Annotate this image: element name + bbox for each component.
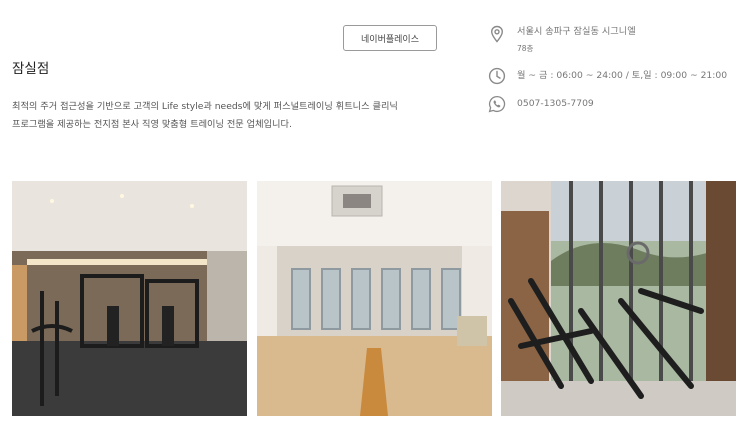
phone-row: 0507-1305-7709 <box>488 95 594 113</box>
branch-title: 잠실점 <box>12 61 50 77</box>
clock-icon <box>488 67 506 85</box>
address-text: 서울시 송파구 잠실동 시그니엘 78층 <box>517 25 636 56</box>
gym-photo-1 <box>12 181 247 416</box>
address-line-1: 서울시 송파구 잠실동 시그니엘 <box>517 26 636 37</box>
location-pin-icon <box>488 25 506 43</box>
address-row: 서울시 송파구 잠실동 시그니엘 78층 <box>488 25 636 56</box>
phone-text: 0507-1305-7709 <box>517 98 594 109</box>
gym-photo-3 <box>501 181 736 416</box>
description-line-2: 프로그램을 제공하는 전지점 본사 직영 맞춤형 트레이닝 전문 업체입니다. <box>12 119 292 130</box>
gym-photo-2 <box>257 181 492 416</box>
description-line-1: 최적의 주거 접근성을 기반으로 고객의 Life style과 needs에 … <box>12 101 398 112</box>
phone-icon <box>488 95 506 113</box>
address-line-2: 78층 <box>517 44 534 53</box>
hours-text: 월 ~ 금 : 06:00 ~ 24:00 / 토,일 : 09:00 ~ 21… <box>517 70 728 81</box>
branch-description: 최적의 주거 접근성을 기반으로 고객의 Life style과 needs에 … <box>12 98 432 134</box>
naver-place-button[interactable]: 네이버플레이스 <box>343 25 437 51</box>
hours-row: 월 ~ 금 : 06:00 ~ 24:00 / 토,일 : 09:00 ~ 21… <box>488 67 727 85</box>
